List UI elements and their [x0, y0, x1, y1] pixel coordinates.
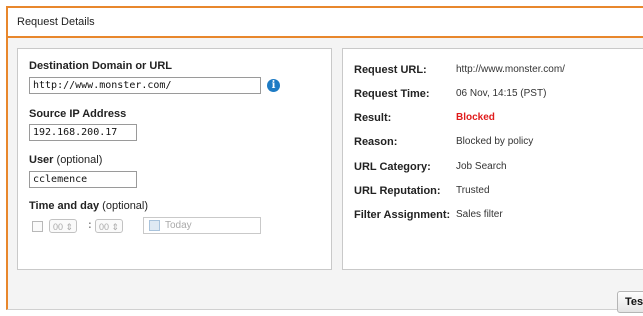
reason-value: Blocked by policy [456, 136, 534, 147]
request-form: Destination Domain or URL http://www.mon… [17, 48, 332, 270]
time-optional-text: (optional) [102, 200, 149, 212]
time-label-text: Time and day [29, 200, 100, 212]
url-category-key: URL Category: [354, 161, 431, 173]
test-button[interactable]: Test [617, 291, 643, 313]
filter-assignment-value: Sales filter [456, 209, 503, 220]
result-key: Result: [354, 112, 392, 124]
info-icon[interactable]: i [267, 79, 280, 92]
reason-key: Reason: [354, 136, 398, 148]
url-category-value: Job Search [456, 161, 507, 172]
user-optional-text: (optional) [56, 154, 103, 166]
request-url-key: Request URL: [354, 64, 427, 76]
time-separator: : [88, 219, 92, 231]
result-panel: Request URL: http://www.monster.com/ Req… [342, 48, 643, 270]
destination-input[interactable]: http://www.monster.com/ [29, 77, 261, 94]
user-label-text: User [29, 154, 54, 166]
user-label: User (optional) [29, 154, 102, 166]
result-value-blocked: Blocked [456, 112, 495, 123]
spin-updown-icon: ⇕ [111, 222, 120, 232]
user-input[interactable]: cclemence [29, 171, 137, 188]
panel-titlebar: Request Details [8, 8, 643, 38]
request-time-value: 06 Nov, 14:15 (PST) [456, 88, 547, 99]
request-url-value: http://www.monster.com/ [456, 64, 565, 75]
hour-select[interactable]: 00 ⇕ [49, 219, 78, 233]
source-ip-label: Source IP Address [29, 108, 127, 120]
destination-label: Destination Domain or URL [29, 60, 173, 72]
hour-value: 00 [53, 222, 64, 232]
source-ip-input[interactable]: 192.168.200.17 [29, 124, 137, 141]
calendar-icon[interactable] [149, 220, 160, 231]
url-reputation-value: Trusted [456, 185, 490, 196]
filter-assignment-key: Filter Assignment: [354, 209, 451, 221]
minute-select[interactable]: 00 ⇕ [95, 219, 124, 233]
url-reputation-key: URL Reputation: [354, 185, 441, 197]
date-input[interactable]: Today [143, 217, 261, 234]
time-day-label: Time and day (optional) [29, 200, 148, 212]
panel-title: Request Details [17, 16, 95, 28]
request-time-key: Request Time: [354, 88, 430, 100]
minute-value: 00 [99, 222, 110, 232]
spin-updown-icon: ⇕ [65, 222, 74, 232]
time-enable-checkbox[interactable] [32, 221, 43, 232]
